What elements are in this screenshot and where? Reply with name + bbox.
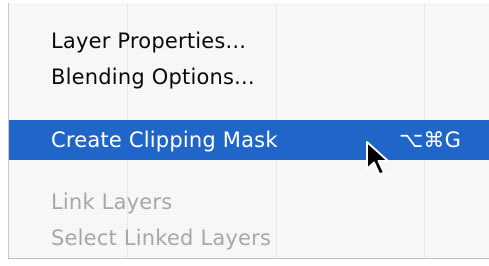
menu-item-create-clipping-mask[interactable]: Create Clipping Mask ⌥⌘G: [9, 120, 489, 160]
menu-item-layer-properties[interactable]: Layer Properties...: [9, 22, 489, 60]
menu-item-label: Create Clipping Mask: [51, 128, 278, 152]
menu-item-label: Blending Options...: [51, 65, 255, 89]
arrow-pointer-icon: [366, 141, 389, 176]
menu-item-label: Layer Properties...: [51, 29, 247, 53]
context-menu: Layer Properties... Blending Options... …: [8, 3, 489, 259]
menu-item-shortcut: ⌥⌘G: [399, 128, 462, 152]
menu-item-label: Select Linked Layers: [51, 226, 272, 250]
menu-item-select-linked-layers: Select Linked Layers: [9, 219, 489, 257]
menu-item-label: Link Layers: [51, 190, 173, 214]
menu-item-blending-options[interactable]: Blending Options...: [9, 58, 489, 96]
menu-item-link-layers: Link Layers: [9, 183, 489, 221]
